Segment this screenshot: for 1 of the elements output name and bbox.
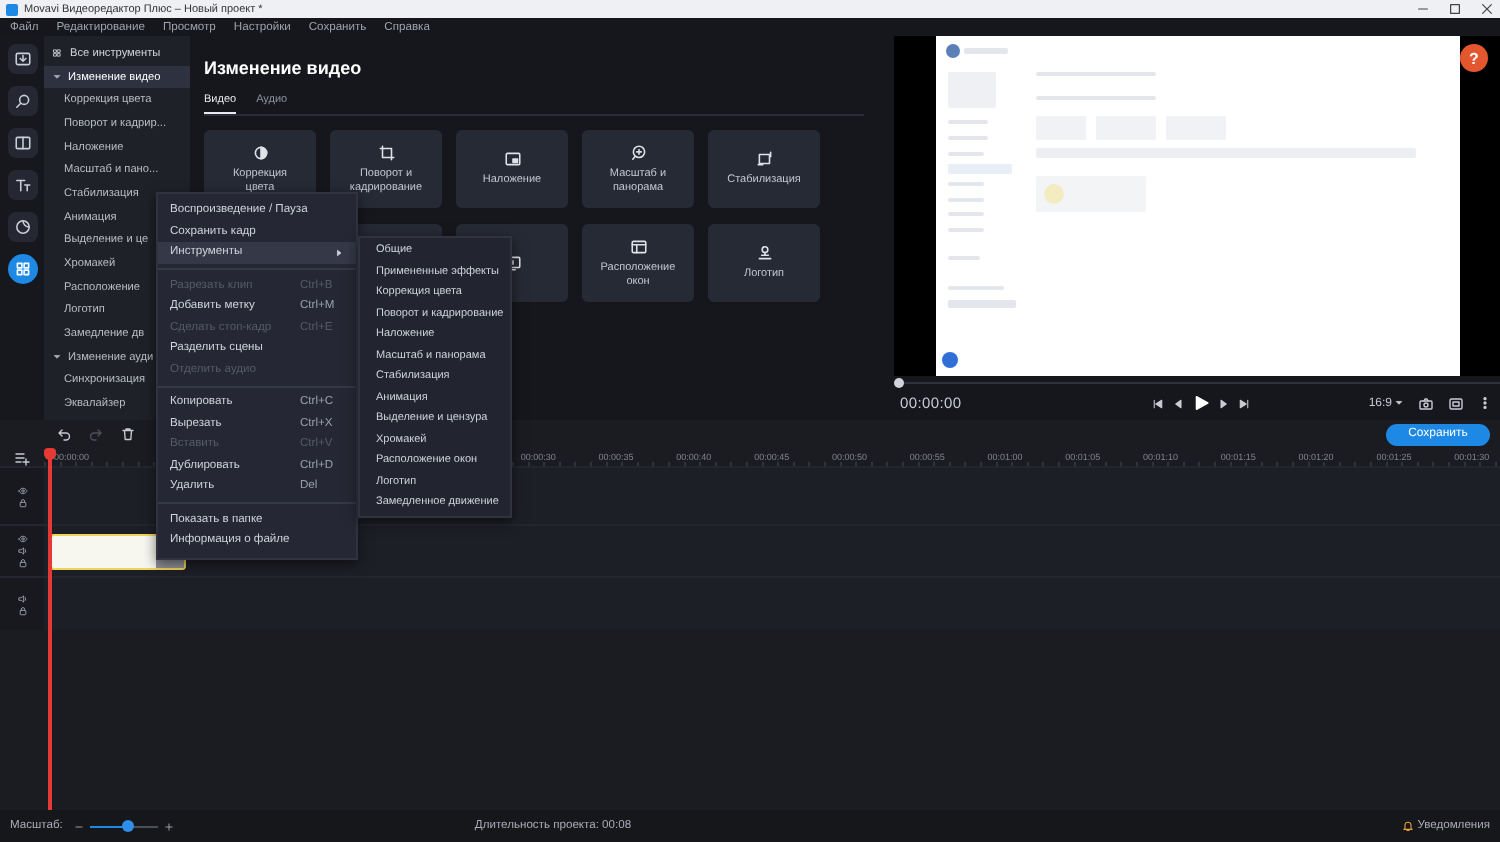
panel-title: Изменение видео <box>204 58 362 82</box>
